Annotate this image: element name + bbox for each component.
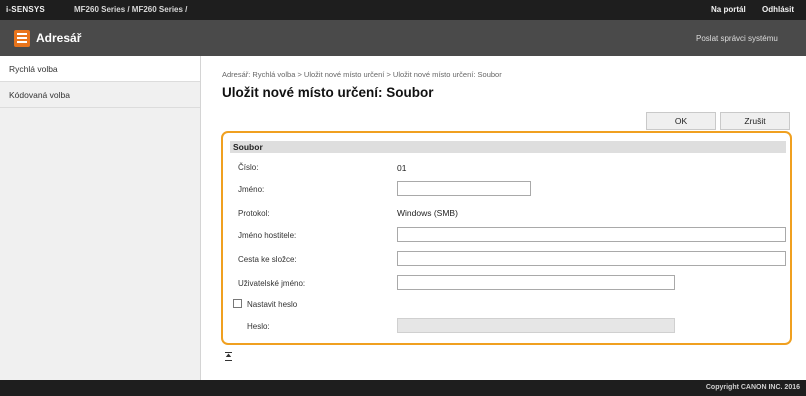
page-title: Uložit nové místo určení: Soubor: [222, 85, 434, 100]
address-book-icon: [14, 30, 30, 47]
name-label: Jméno:: [238, 185, 265, 194]
sidebar-item-coded-dial[interactable]: Kódovaná volba: [0, 82, 200, 108]
send-to-admin-link[interactable]: Poslat správci systému: [696, 34, 778, 43]
folder-path-label: Cesta ke složce:: [238, 255, 297, 264]
device-model: MF260 Series / MF260 Series /: [74, 5, 188, 14]
copyright-text: Copyright CANON INC. 2016: [705, 384, 800, 391]
number-label: Číslo:: [238, 163, 259, 172]
sidebar-item-speed-dial[interactable]: Rychlá volba: [0, 56, 200, 82]
sidebar: Rychlá volba Kódovaná volba: [0, 56, 201, 380]
protocol-label: Protokol:: [238, 209, 270, 218]
footer: Copyright CANON INC. 2016: [0, 380, 806, 396]
top-bar: i-SENSYS MF260 Series / MF260 Series / N…: [0, 0, 806, 20]
destination-form-panel: Soubor Číslo: 01 Jméno: Protokol: Window…: [221, 131, 792, 345]
app-title: Adresář: [36, 31, 82, 45]
user-name-label: Uživatelské jméno:: [238, 279, 306, 288]
name-input[interactable]: [397, 181, 531, 196]
section-title: Soubor: [233, 142, 263, 152]
host-name-label: Jméno hostitele:: [238, 231, 297, 240]
set-password-label: Nastavit heslo: [247, 300, 298, 309]
scroll-to-top-icon[interactable]: [225, 352, 232, 361]
breadcrumb: Adresář: Rychlá volba > Uložit nové míst…: [222, 70, 502, 79]
set-password-checkbox[interactable]: [233, 299, 242, 308]
sidebar-item-label: Kódovaná volba: [9, 90, 70, 100]
brand-logo: i-SENSYS: [6, 5, 45, 14]
cancel-button[interactable]: Zrušit: [720, 112, 790, 130]
password-label: Heslo:: [247, 322, 270, 331]
number-value: 01: [397, 163, 407, 173]
ok-button[interactable]: OK: [646, 112, 716, 130]
portal-link[interactable]: Na portál: [711, 5, 746, 14]
logout-link[interactable]: Odhlásit: [762, 5, 794, 14]
host-name-input[interactable]: [397, 227, 786, 242]
password-input: [397, 318, 675, 333]
section-header: Soubor: [230, 141, 786, 153]
folder-path-input[interactable]: [397, 251, 786, 266]
user-name-input[interactable]: [397, 275, 675, 290]
sidebar-item-label: Rychlá volba: [9, 64, 58, 74]
app-header: Adresář Poslat správci systému: [0, 20, 806, 56]
protocol-value: Windows (SMB): [397, 208, 458, 218]
